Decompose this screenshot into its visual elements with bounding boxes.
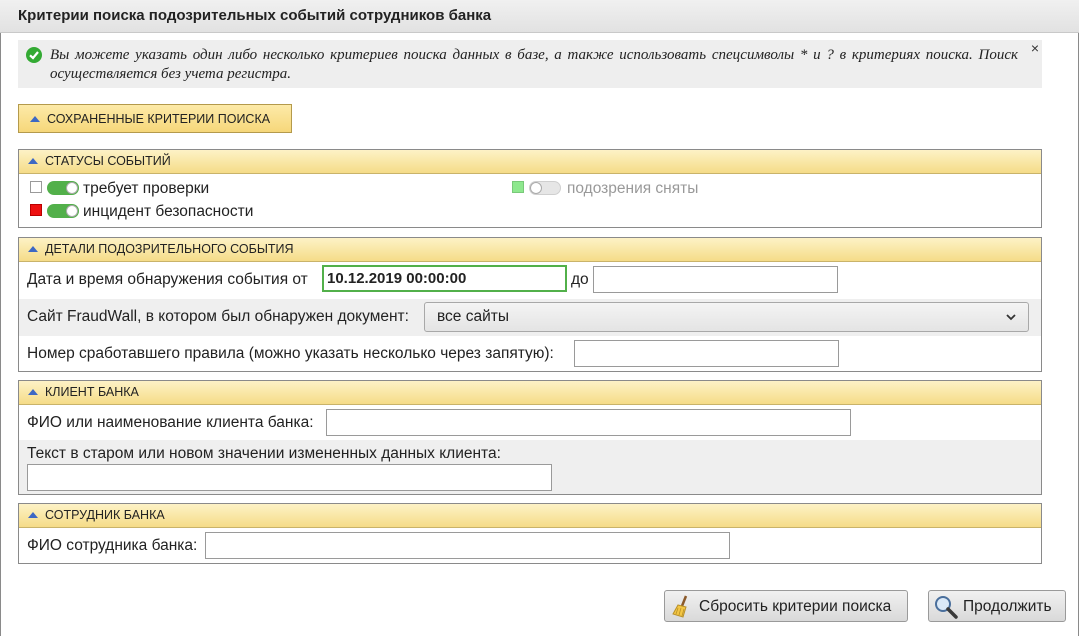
client-text-row: Текст в старом или новом значении измене…	[19, 440, 1041, 494]
client-panel: КЛИЕНТ БАНКА ФИО или наименование клиент…	[18, 380, 1042, 495]
status-label: инцидент безопасности	[83, 203, 254, 220]
info-text: Вы можете указать один либо несколько кр…	[50, 47, 1018, 82]
date-from-input[interactable]: 10.12.2019 00:00:00	[322, 265, 567, 292]
event-details-panel: ДЕТАЛИ ПОДОЗРИТЕЛЬНОГО СОБЫТИЯ Дата и вр…	[18, 237, 1042, 372]
status-item-cleared: подозрения сняты	[512, 180, 812, 200]
rule-row: Номер сработавшего правила (можно указат…	[19, 336, 1041, 371]
rule-input[interactable]	[574, 340, 839, 367]
saved-criteria-label: СОХРАНЕННЫЕ КРИТЕРИИ ПОИСКА	[47, 112, 271, 126]
client-name-label: ФИО или наименование клиента банка:	[27, 414, 314, 431]
collapse-triangle-icon	[28, 389, 38, 395]
client-header-label: КЛИЕНТ БАНКА	[45, 385, 139, 399]
chevron-down-icon	[1006, 314, 1016, 321]
employee-panel: СОТРУДНИК БАНКА ФИО сотрудника банка:	[18, 503, 1042, 564]
saved-criteria-toggle[interactable]: СОХРАНЕННЫЕ КРИТЕРИИ ПОИСКА	[18, 104, 292, 133]
status-toggle-switch[interactable]	[47, 181, 79, 195]
continue-label: Продолжить	[963, 598, 1052, 615]
rule-label: Номер сработавшего правила (можно указат…	[27, 345, 554, 362]
status-item-incident: инцидент безопасности	[19, 203, 1041, 223]
reset-criteria-label: Сбросить критерии поиска	[699, 598, 892, 615]
site-label: Сайт FraudWall, в котором был обнаружен …	[27, 308, 409, 325]
date-from-label: Дата и время обнаружения события от	[27, 271, 308, 288]
title-bar: Критерии поиска подозрительных событий с…	[0, 0, 1079, 33]
date-row: Дата и время обнаружения события от 10.1…	[19, 262, 1041, 299]
statuses-header-label: СТАТУСЫ СОБЫТИЙ	[45, 154, 171, 168]
status-toggle-switch[interactable]	[529, 181, 561, 195]
collapse-triangle-icon	[28, 246, 38, 252]
employee-name-label: ФИО сотрудника банка:	[27, 537, 198, 554]
status-color-swatch	[30, 204, 42, 216]
continue-button[interactable]: Продолжить	[928, 590, 1066, 622]
info-message: Вы можете указать один либо несколько кр…	[18, 40, 1042, 88]
status-toggle-switch[interactable]	[47, 204, 79, 218]
client-name-input[interactable]	[326, 409, 851, 436]
event-details-header[interactable]: ДЕТАЛИ ПОДОЗРИТЕЛЬНОГО СОБЫТИЯ	[19, 238, 1041, 262]
employee-name-row: ФИО сотрудника банка:	[19, 528, 1041, 563]
checkmark-icon	[26, 47, 42, 63]
status-color-swatch	[512, 181, 524, 193]
site-select-value: все сайты	[437, 308, 510, 325]
event-details-header-label: ДЕТАЛИ ПОДОЗРИТЕЛЬНОГО СОБЫТИЯ	[45, 242, 294, 256]
status-color-swatch	[30, 181, 42, 193]
collapse-triangle-icon	[28, 512, 38, 518]
client-text-label: Текст в старом или новом значении измене…	[27, 445, 501, 462]
collapse-triangle-icon	[30, 116, 40, 122]
client-name-row: ФИО или наименование клиента банка:	[19, 405, 1041, 440]
status-label: требует проверки	[83, 180, 210, 197]
date-to-input[interactable]	[593, 266, 838, 293]
date-to-label: до	[571, 271, 589, 288]
broom-icon	[672, 595, 688, 618]
statuses-header[interactable]: СТАТУСЫ СОБЫТИЙ	[19, 150, 1041, 174]
reset-criteria-button[interactable]: Сбросить критерии поиска	[664, 590, 908, 622]
page-title: Критерии поиска подозрительных событий с…	[18, 7, 492, 24]
magnifier-icon	[935, 596, 958, 619]
statuses-panel: СТАТУСЫ СОБЫТИЙ требует проверки подозре…	[18, 149, 1042, 228]
status-label: подозрения сняты	[567, 180, 699, 197]
employee-header-label: СОТРУДНИК БАНКА	[45, 508, 165, 522]
site-row: Сайт FraudWall, в котором был обнаружен …	[19, 299, 1041, 336]
employee-name-input[interactable]	[205, 532, 730, 559]
close-icon[interactable]: ×	[1031, 40, 1039, 56]
client-text-input[interactable]	[27, 464, 552, 491]
collapse-triangle-icon	[28, 158, 38, 164]
client-header[interactable]: КЛИЕНТ БАНКА	[19, 381, 1041, 405]
site-select[interactable]: все сайты	[424, 302, 1029, 332]
employee-header[interactable]: СОТРУДНИК БАНКА	[19, 504, 1041, 528]
